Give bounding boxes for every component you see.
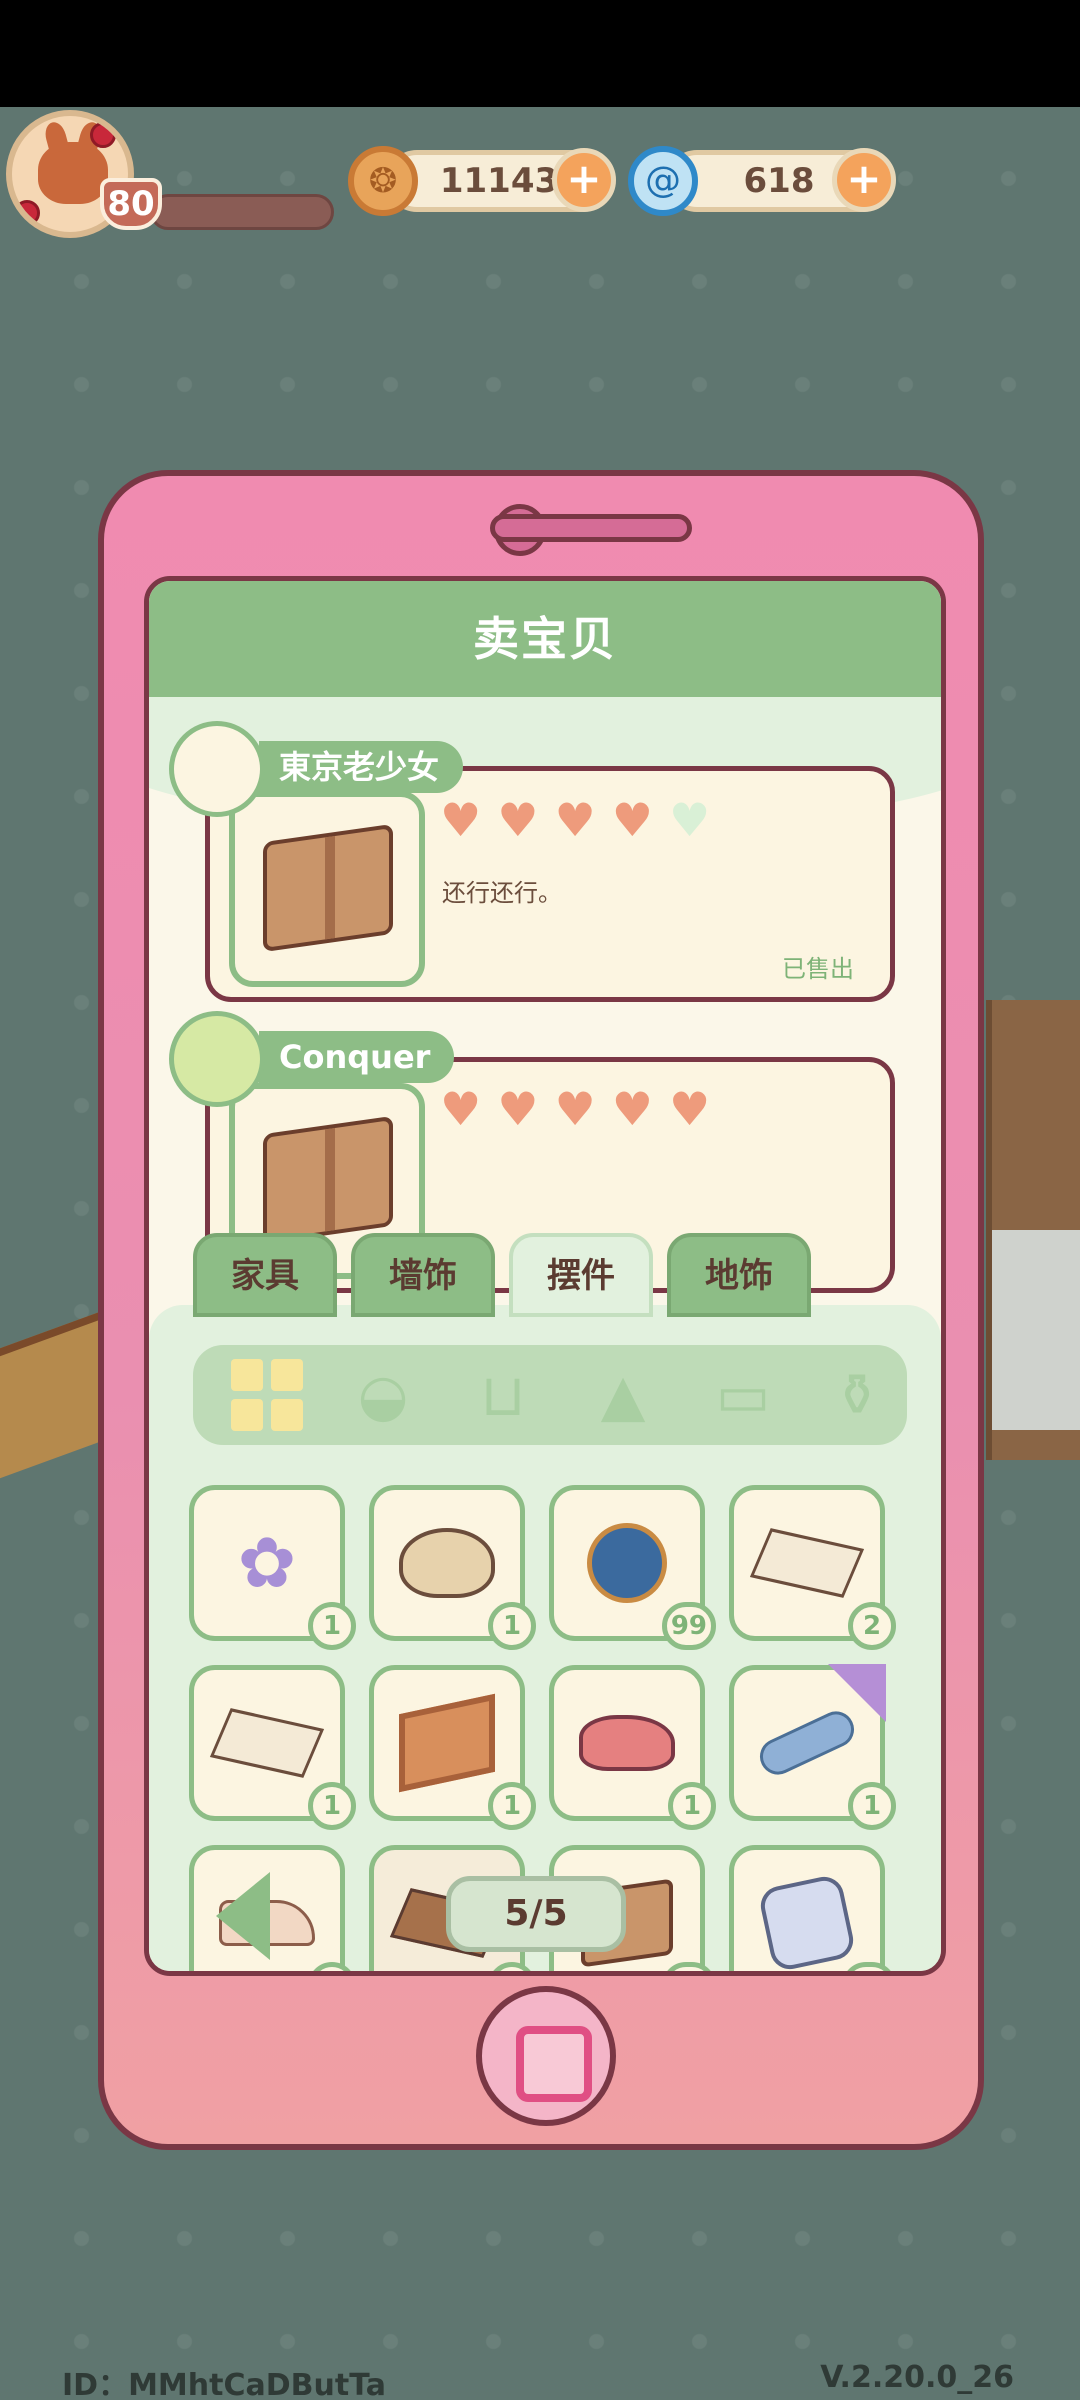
pillow-icon[interactable]: ▭ (705, 1357, 781, 1433)
inventory-item-bunny-rug[interactable]: 1 (189, 1665, 356, 1830)
room-scenery (986, 1000, 1080, 1460)
inventory-item-pillow[interactable]: 99 (729, 1845, 896, 1971)
level-badge: 80 (100, 178, 162, 230)
brush-icon (754, 1690, 860, 1796)
heart-empty-icon: ♥ (669, 793, 711, 847)
heart-icon: ♥ (669, 1082, 711, 1136)
garden-scenery (0, 1311, 100, 1479)
item-count: 2 (848, 1602, 896, 1650)
coin-icon: ❂ (348, 146, 418, 216)
home-button[interactable] (476, 1986, 616, 2126)
item-count: 1 (308, 1782, 356, 1830)
inventory-item-cat-rug[interactable]: 2 (729, 1485, 896, 1650)
painting-icon (394, 1690, 500, 1796)
rose-icon (14, 200, 40, 226)
inventory-item-sneakers[interactable]: 1 (549, 1665, 716, 1830)
cup-icon[interactable]: ⊔ (465, 1357, 541, 1433)
grid-icon[interactable] (229, 1357, 305, 1433)
rose-icon (90, 122, 116, 148)
heart-icon: ♥ (440, 793, 482, 847)
sold-status: 已售出 (782, 955, 854, 983)
xp-bar (150, 194, 334, 230)
rating-hearts: ♥ ♥ ♥ ♥ ♥ (440, 797, 710, 843)
lamp-icon[interactable]: ▲ (585, 1357, 661, 1433)
cat-rug-icon (749, 1510, 865, 1616)
version-label: V.2.20.0_26 (820, 2360, 1014, 2395)
sneakers-icon (574, 1690, 680, 1796)
add-spirals-button[interactable]: + (832, 148, 896, 212)
previous-page-arrow-icon[interactable] (216, 1872, 270, 1960)
speaker-grille (490, 514, 692, 542)
user-avatar[interactable] (169, 1011, 265, 1107)
item-count: 1 (488, 1602, 536, 1650)
bowl-icon (394, 1510, 500, 1616)
phone-screen: 卖宝贝 ♥ ♥ ♥ ♥ ♥ 还行还行。 已售出 東京老少女 ♥ ♥ ♥ ♥ ♥ … (144, 576, 946, 1976)
item-count: 1 (308, 1602, 356, 1650)
globe-icon (574, 1510, 680, 1616)
page-indicator: 5/5 (446, 1876, 626, 1952)
status-bar (0, 0, 1080, 107)
heart-icon: ♥ (497, 1082, 539, 1136)
item-count: 99 (661, 1602, 716, 1650)
vase-icon[interactable]: ⚱ (819, 1357, 895, 1433)
post-comment: 还行还行。 (442, 879, 562, 907)
item-count: 1 (848, 1782, 896, 1830)
tab-wall-decor[interactable]: 墙饰 (351, 1233, 495, 1317)
inventory-item-painting[interactable]: 1 (369, 1665, 536, 1830)
heart-icon: ♥ (611, 1082, 653, 1136)
tab-floor-decor[interactable]: 地饰 (667, 1233, 811, 1317)
user-name: 東京老少女 (259, 741, 464, 793)
inventory-item-bowl[interactable]: 1 (369, 1485, 536, 1650)
pillow-icon (754, 1870, 860, 1971)
fox-icon (38, 142, 108, 204)
bunny-rug-icon (209, 1690, 325, 1796)
screen-title: 卖宝贝 (473, 612, 617, 666)
rating-hearts: ♥ ♥ ♥ ♥ ♥ (440, 1086, 710, 1132)
heart-icon: ♥ (440, 1082, 482, 1136)
box-icon (263, 1115, 393, 1245)
item-count: 1 (668, 1782, 716, 1830)
pot-icon[interactable]: ◒ (345, 1357, 421, 1433)
inventory-item-brush[interactable]: 1 (729, 1664, 896, 1830)
item-count: 1 (488, 1782, 536, 1830)
add-coins-button[interactable]: + (552, 148, 616, 212)
heart-icon: ♥ (611, 793, 653, 847)
user-avatar[interactable] (169, 721, 265, 817)
tab-furniture[interactable]: 家具 (193, 1233, 337, 1317)
swirl-icon: @ (628, 146, 698, 216)
box-icon (263, 823, 393, 953)
item-photo (229, 791, 425, 987)
vase-flower-icon: ✿ (237, 1522, 297, 1604)
user-name: Conquer (259, 1031, 455, 1083)
heart-icon: ♥ (497, 793, 539, 847)
heart-icon: ♥ (554, 1082, 596, 1136)
heart-icon: ♥ (554, 793, 596, 847)
inventory-item-vase-flower[interactable]: ✿ 1 (189, 1485, 356, 1650)
inventory-item-globe[interactable]: 99 (549, 1485, 716, 1650)
tab-ornaments[interactable]: 摆件 (509, 1233, 653, 1317)
player-id: ID：MMhtCaDButTa (62, 2368, 387, 2400)
